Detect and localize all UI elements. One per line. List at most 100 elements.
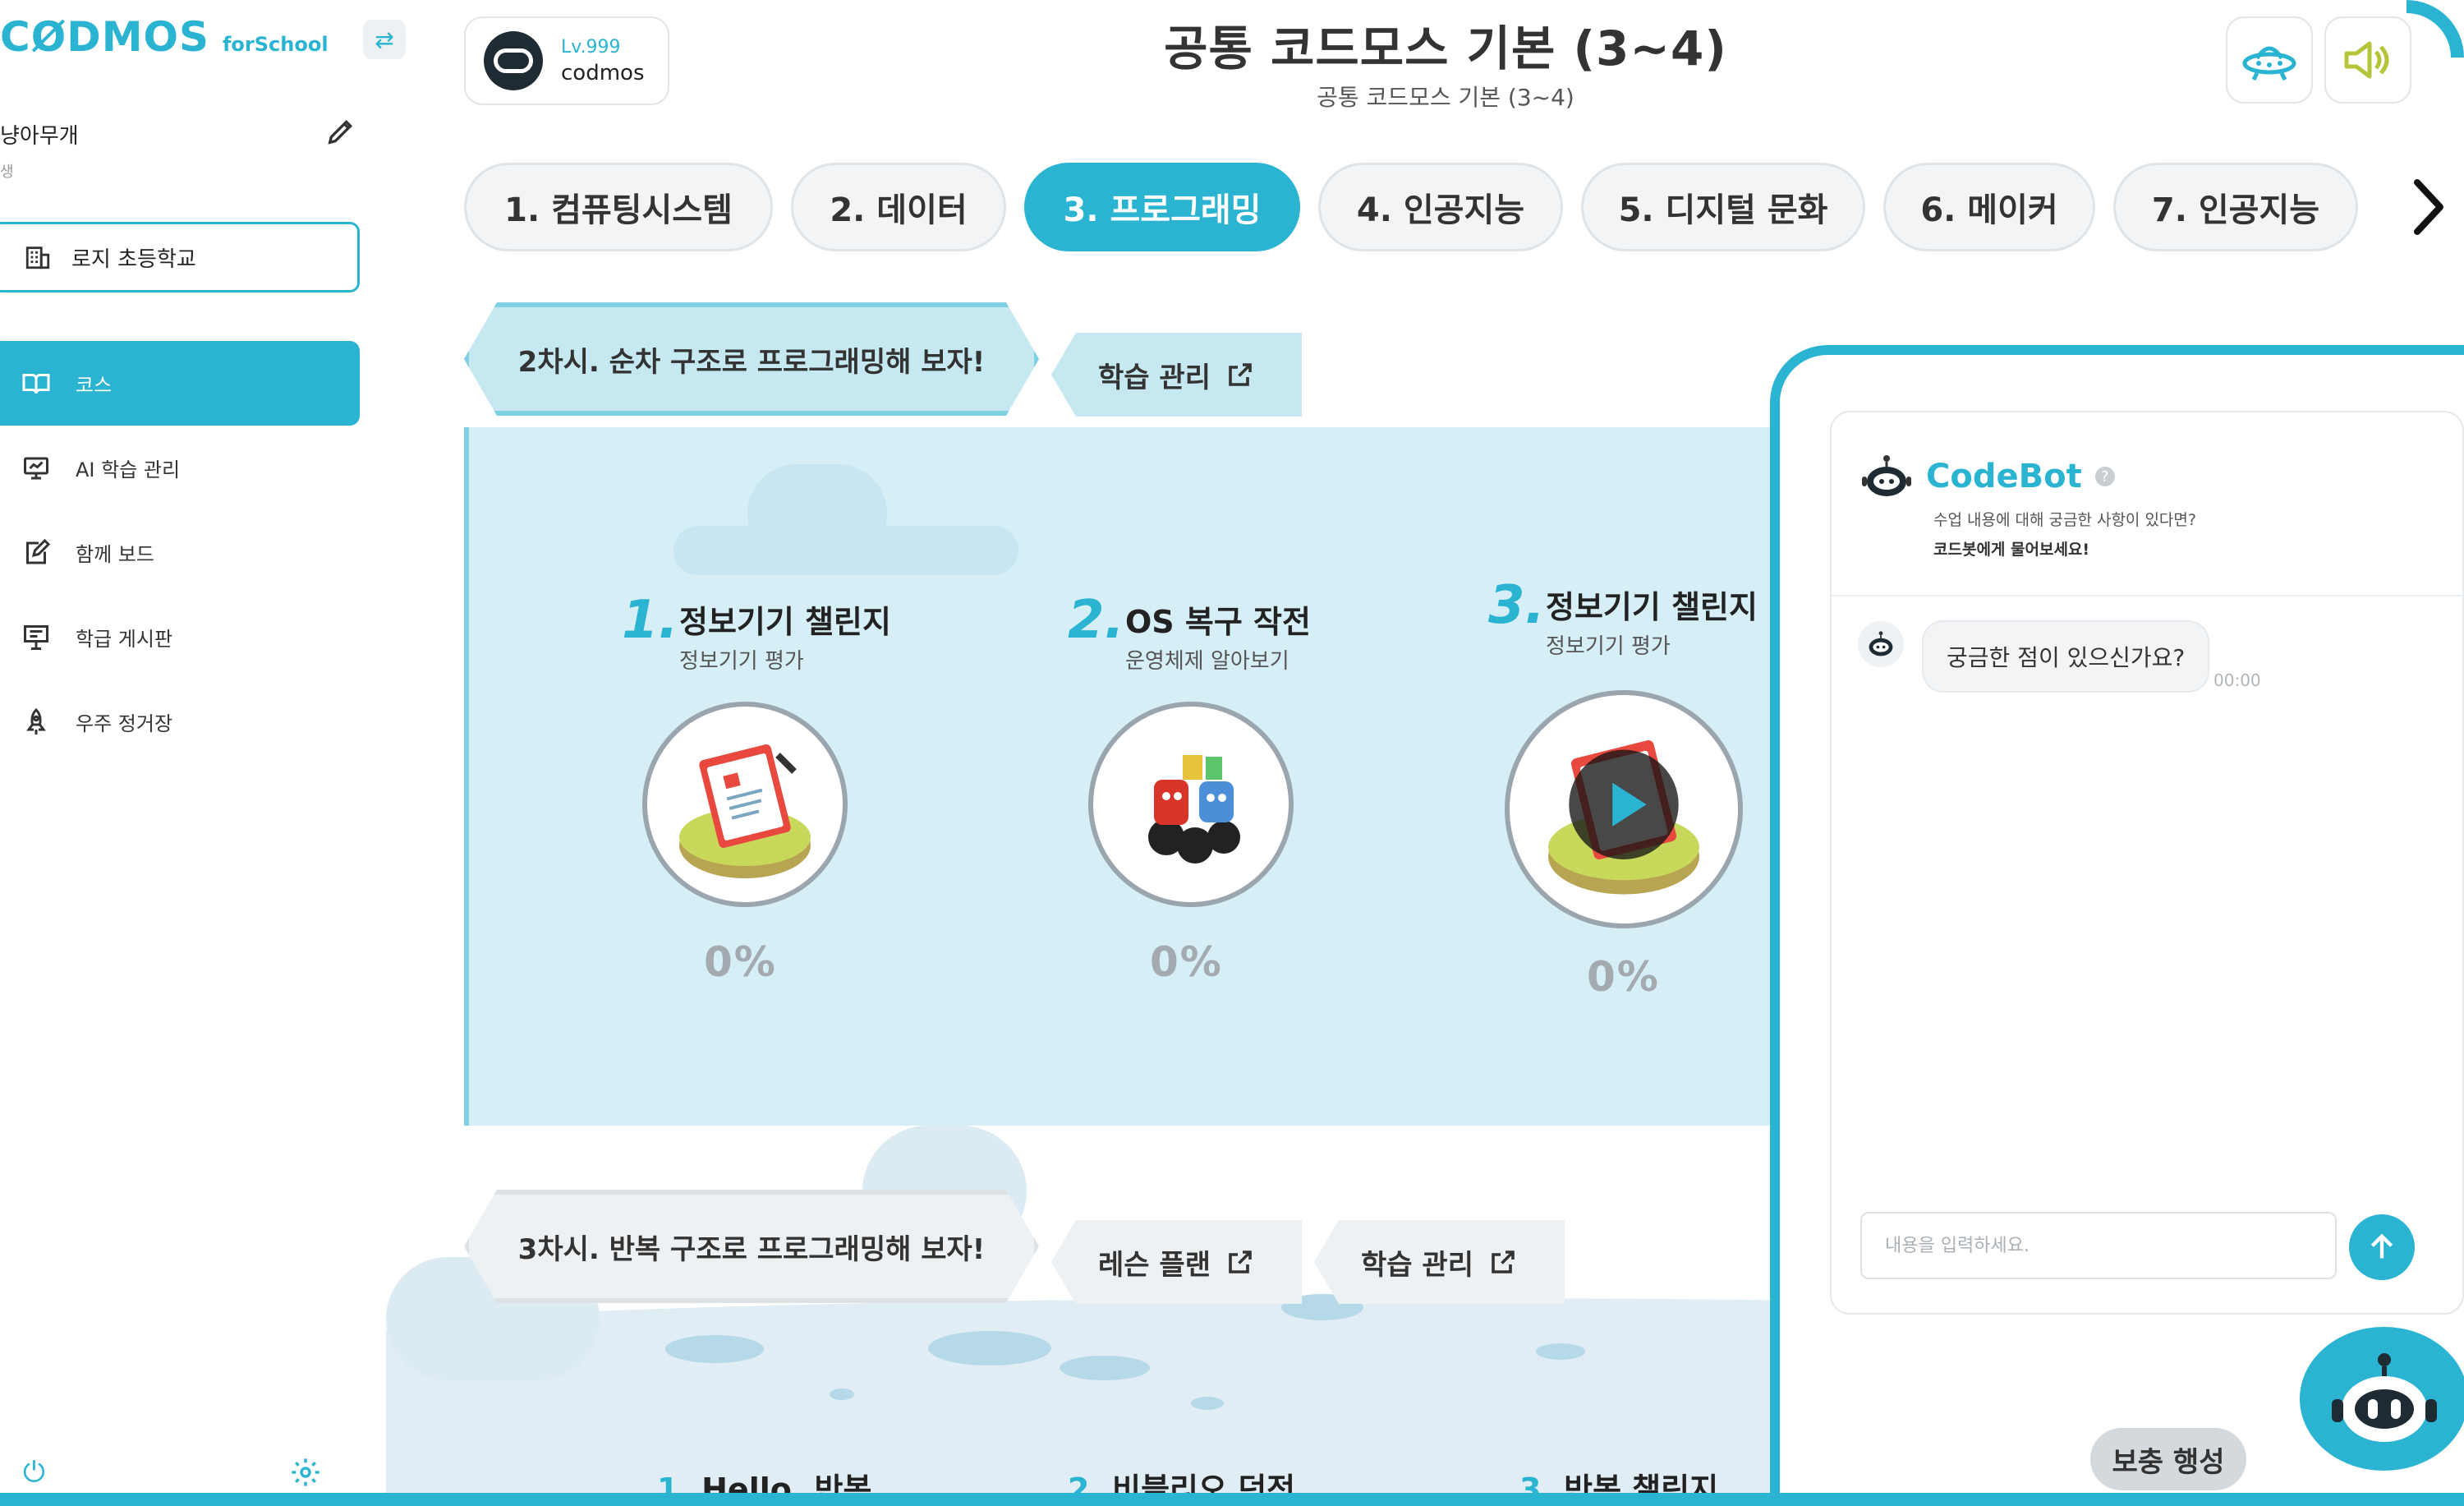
sidebar-item-label: 함께 보드	[76, 543, 154, 566]
sidebar-item-label: AI 학습 관리	[76, 458, 181, 481]
power-icon[interactable]: ⏻	[23, 1456, 45, 1489]
monitor-icon	[24, 457, 48, 479]
card-title: 정보기기 챌린지	[1546, 589, 1758, 625]
sound-button[interactable]	[2324, 16, 2411, 104]
robot-icon	[1862, 455, 1911, 496]
logo[interactable]: CØDMOS forSchool	[0, 13, 329, 62]
card-subtitle: 정보기기 평가	[1546, 634, 1671, 659]
tab-data[interactable]: 2. 데이터	[791, 163, 1006, 251]
tab-programming[interactable]: 3. 프로그래밍	[1024, 163, 1300, 251]
tab-digital-culture[interactable]: 5. 디지털 문화	[1581, 163, 1865, 251]
app-frame: CØDMOS forSchool ⇄ 냥아무개 생 로지 초등학교 코스 AI …	[0, 0, 2464, 1506]
rocket-icon	[26, 707, 46, 735]
lesson-3-plan-button[interactable]: 레슨 플랜	[1051, 1220, 1302, 1304]
chat-input[interactable]	[1860, 1212, 2337, 1279]
sidebar-item-label: 코스	[76, 374, 113, 397]
pencil-icon[interactable]	[324, 115, 357, 148]
clipboard-icon	[679, 744, 811, 878]
ufo-button[interactable]	[2226, 16, 2313, 104]
card-number: 2.	[1068, 590, 1124, 651]
card-progress: 0%	[1587, 953, 1660, 1001]
send-button[interactable]	[2349, 1214, 2415, 1280]
card-progress: 0%	[704, 938, 777, 986]
edit-board-icon	[26, 538, 51, 564]
sidebar-item-space-station[interactable]: 우주 정거장	[0, 679, 360, 764]
tab-maker[interactable]: 6. 메이커	[1883, 163, 2095, 251]
cloud-decoration	[747, 464, 887, 563]
user-role: 생	[0, 163, 14, 181]
level-name: codmos	[561, 60, 645, 85]
tab-ai[interactable]: 4. 인공지능	[1318, 163, 1563, 251]
plan-label: 레슨 플랜	[1098, 1248, 1211, 1282]
activity-card[interactable]: 2. OS 복구 작전 운영체제 알아보기 0%	[1068, 590, 1462, 1050]
divider	[1832, 595, 2462, 596]
play-icon	[1548, 740, 1699, 895]
unit-tabs: 1. 컴퓨팅시스템 2. 데이터 3. 프로그래밍 4. 인공지능 5. 디지털…	[464, 163, 2358, 251]
robot-icon	[1858, 621, 1904, 667]
robots-icon	[1148, 755, 1240, 864]
lesson-2-manage-button[interactable]: 학습 관리	[1051, 333, 1302, 417]
card-progress: 0%	[1150, 938, 1223, 986]
message-time: 00:00	[2213, 670, 2261, 690]
codebot-title: CodeBot	[1926, 458, 2082, 495]
card-title: 정보기기 챌린지	[679, 604, 891, 640]
sidebar-item-ai-learning[interactable]: AI 학습 관리	[0, 426, 360, 510]
chevron-right-icon[interactable]	[2402, 174, 2452, 240]
external-link-icon	[1492, 1250, 1515, 1273]
gear-icon[interactable]	[289, 1456, 322, 1489]
lesson-3-header: 3차시. 반복 구조로 프로그래밍해 보자!	[464, 1190, 1039, 1303]
logo-text: CØDMOS	[0, 13, 209, 61]
sidebar-item-course[interactable]: 코스	[0, 341, 360, 426]
card-thumbnail[interactable]	[1088, 702, 1294, 907]
building-icon	[25, 246, 50, 269]
crater	[1060, 1356, 1150, 1380]
level-badge[interactable]: Lv.999 codmos	[464, 16, 669, 105]
sidebar: CØDMOS forSchool ⇄ 냥아무개 생 로지 초등학교 코스 AI …	[0, 0, 406, 1506]
book-icon	[22, 373, 50, 394]
robot-icon	[2331, 1352, 2437, 1442]
help-icon[interactable]: ?	[2094, 467, 2115, 486]
panel-border	[464, 427, 571, 1126]
card-subtitle: 정보기기 평가	[679, 649, 804, 674]
sidebar-item-label: 학급 게시판	[76, 628, 173, 651]
frame-bottom	[0, 1493, 2464, 1506]
sidebar-item-class-board[interactable]: 학급 게시판	[0, 595, 360, 679]
crater	[830, 1389, 854, 1400]
page-title: 공통 코드모스 기본 (3~4)	[1164, 21, 1727, 76]
tab-ai-2[interactable]: 7. 인공지능	[2113, 163, 2358, 251]
codebot-header: CodeBot ?	[1860, 452, 2115, 501]
card-subtitle: 운영체제 알아보기	[1125, 649, 1289, 674]
speaker-icon	[2344, 41, 2389, 79]
card-thumbnail[interactable]	[1505, 690, 1743, 928]
sidebar-item-label: 우주 정거장	[76, 712, 173, 735]
lesson-2-header: 2차시. 순차 구조로 프로그래밍해 보자!	[464, 302, 1039, 416]
card-number: 1.	[622, 590, 678, 651]
sidebar-nav: 코스 AI 학습 관리 함께 보드 학급 게시판 우주 정거장	[0, 341, 360, 764]
external-link-icon	[1229, 363, 1252, 386]
manage-label: 학습 관리	[1361, 1248, 1473, 1282]
arrow-up-icon	[2370, 1233, 2393, 1259]
crater	[1191, 1397, 1224, 1410]
activity-card[interactable]: 1. 정보기기 챌린지 정보기기 평가 0%	[622, 590, 1016, 1050]
supplement-planet-chip[interactable]: 보충 행성	[2090, 1428, 2246, 1490]
card-number: 3.	[1488, 575, 1545, 636]
codebot-launcher[interactable]	[2300, 1327, 2464, 1471]
page-subtitle: 공통 코드모스 기본 (3~4)	[1317, 84, 1574, 111]
codebot-cta: 코드봇에게 물어보세요!	[1933, 541, 2090, 559]
sidebar-item-board[interactable]: 함께 보드	[0, 510, 360, 595]
card-thumbnail[interactable]	[642, 702, 848, 907]
card-title: OS 복구 작전	[1125, 604, 1311, 640]
frame-corner	[2407, 0, 2464, 58]
user-name: 냥아무개	[0, 124, 79, 149]
crater	[1536, 1343, 1585, 1360]
presentation-icon	[24, 624, 48, 650]
tab-computing-system[interactable]: 1. 컴퓨팅시스템	[464, 163, 773, 251]
school-selector[interactable]: 로지 초등학교	[0, 222, 360, 292]
school-name: 로지 초등학교	[71, 246, 196, 272]
logo-subtext: forSchool	[222, 33, 329, 56]
external-link-icon	[1229, 1250, 1252, 1273]
manage-label: 학습 관리	[1098, 361, 1211, 394]
swap-icon[interactable]: ⇄	[363, 20, 406, 59]
codebot-card	[1830, 411, 2464, 1315]
lesson-3-manage-button[interactable]: 학습 관리	[1314, 1220, 1565, 1304]
